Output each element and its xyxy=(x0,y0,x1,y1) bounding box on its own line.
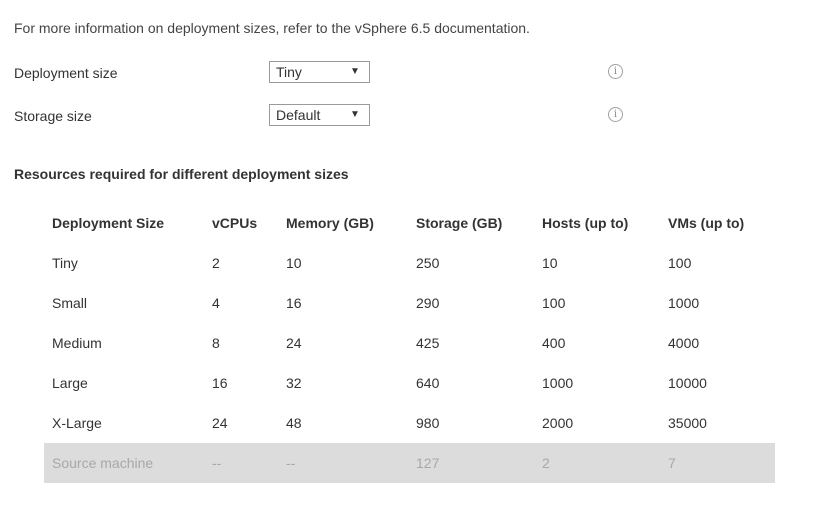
table-cell: 4 xyxy=(212,295,220,311)
resources-heading: Resources required for different deploym… xyxy=(14,166,349,182)
table-cell: 4000 xyxy=(668,335,700,351)
table-row: Tiny 2 10 250 10 100 xyxy=(44,243,775,283)
column-header-memory: Memory (GB) xyxy=(286,215,374,231)
info-icon[interactable]: i xyxy=(608,64,623,79)
table-cell: 425 xyxy=(416,335,440,351)
table-cell: 290 xyxy=(416,295,440,311)
intro-text: For more information on deployment sizes… xyxy=(14,20,530,36)
storage-size-row: Storage size Default ▼ i xyxy=(14,104,654,128)
table-cell: 127 xyxy=(408,443,534,483)
chevron-down-icon: ▼ xyxy=(350,66,360,77)
column-header-hosts: Hosts (up to) xyxy=(542,215,629,231)
table-cell: Source machine xyxy=(44,443,204,483)
table-row: Large 16 32 640 1000 10000 xyxy=(44,363,775,403)
table-cell: 35000 xyxy=(668,415,707,431)
table-cell: 1000 xyxy=(668,295,700,311)
table-cell: 100 xyxy=(542,295,566,311)
table-cell: -- xyxy=(204,443,278,483)
table-cell: 640 xyxy=(416,375,440,391)
table-cell: 10 xyxy=(286,255,302,271)
table-cell: 32 xyxy=(286,375,302,391)
table-cell: Small xyxy=(52,295,88,311)
table-cell: X-Large xyxy=(52,415,102,431)
chevron-down-icon: ▼ xyxy=(350,109,360,120)
column-header-vms: VMs (up to) xyxy=(668,215,745,231)
table-cell: -- xyxy=(278,443,408,483)
resources-table: Deployment Size vCPUs Memory (GB) Storag… xyxy=(44,203,775,483)
table-cell: 1000 xyxy=(542,375,574,391)
column-header-vcpus: vCPUs xyxy=(212,215,258,231)
storage-size-value: Default xyxy=(276,107,321,123)
column-header-deployment-size: Deployment Size xyxy=(52,215,165,231)
table-cell: 10000 xyxy=(668,375,707,391)
storage-size-label: Storage size xyxy=(14,108,92,124)
table-cell: 48 xyxy=(286,415,302,431)
table-cell: 100 xyxy=(668,255,692,271)
table-cell: 24 xyxy=(286,335,302,351)
table-row: Medium 8 24 425 400 4000 xyxy=(44,323,775,363)
deployment-size-value: Tiny xyxy=(276,64,302,80)
table-cell: Large xyxy=(52,375,88,391)
source-machine-row: Source machine -- -- 127 2 7 xyxy=(44,443,775,483)
table-cell: 2 xyxy=(212,255,220,271)
deployment-size-row: Deployment size Tiny ▼ i xyxy=(14,61,654,85)
table-cell: 980 xyxy=(416,415,440,431)
deployment-size-select[interactable]: Tiny ▼ xyxy=(269,61,370,83)
table-cell: 400 xyxy=(542,335,566,351)
table-row: Small 4 16 290 100 1000 xyxy=(44,283,775,323)
table-row: X-Large 24 48 980 2000 35000 xyxy=(44,403,775,443)
table-cell: 16 xyxy=(212,375,228,391)
table-cell: 24 xyxy=(212,415,228,431)
table-cell: 16 xyxy=(286,295,302,311)
info-icon[interactable]: i xyxy=(608,107,623,122)
table-cell: 7 xyxy=(660,443,775,483)
table-cell: 8 xyxy=(212,335,220,351)
table-cell: 2 xyxy=(534,443,660,483)
table-header-row: Deployment Size vCPUs Memory (GB) Storag… xyxy=(44,203,775,243)
table-cell: 2000 xyxy=(542,415,574,431)
deployment-size-label: Deployment size xyxy=(14,65,118,81)
table-cell: 250 xyxy=(416,255,440,271)
table-cell: Medium xyxy=(52,335,102,351)
column-header-storage: Storage (GB) xyxy=(416,215,503,231)
table-cell: 10 xyxy=(542,255,558,271)
storage-size-select[interactable]: Default ▼ xyxy=(269,104,370,126)
table-cell: Tiny xyxy=(52,255,78,271)
